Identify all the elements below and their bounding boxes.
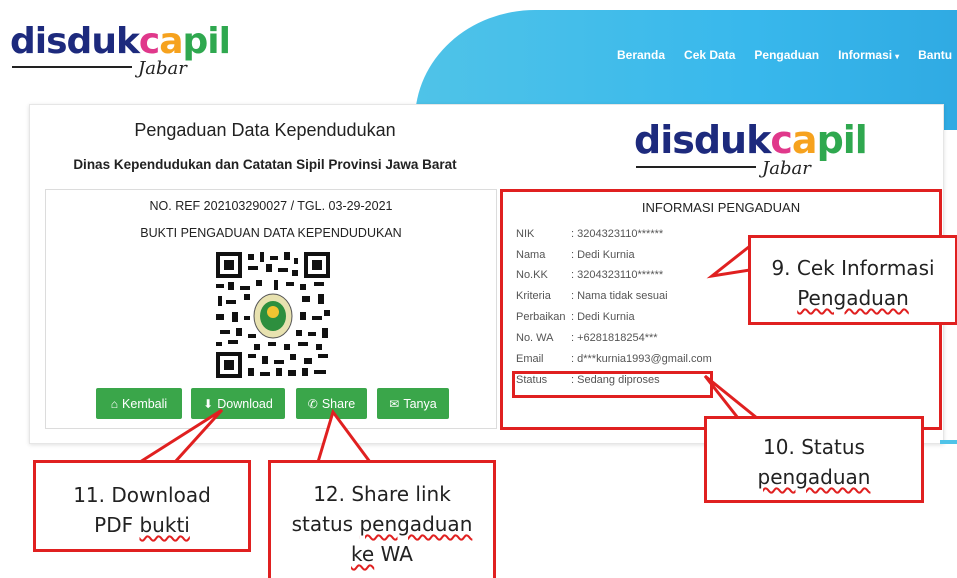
nav-pengaduan[interactable]: Pengaduan xyxy=(754,48,819,62)
nav-beranda[interactable]: Beranda xyxy=(617,48,665,62)
ask-button-label: Tanya xyxy=(403,396,437,411)
card-logo-underline xyxy=(636,166,756,168)
card-logo-subtitle: Jabar xyxy=(762,158,811,179)
nav-informasi[interactable]: Informasi ▾ xyxy=(838,48,899,62)
callout-cek-informasi: 9. Cek Informasi Pengaduan xyxy=(748,235,957,325)
share-button[interactable]: ✆ Share xyxy=(296,388,367,419)
callout-9-line-2: Pengaduan xyxy=(797,286,909,310)
back-button-label: Kembali xyxy=(122,396,168,411)
callout-11-line-2: PDF bukti xyxy=(94,513,190,537)
ask-button[interactable]: ✉ Tanya xyxy=(377,388,449,419)
chevron-down-icon: ▾ xyxy=(895,52,900,61)
logo-wordmark: disdukcapil xyxy=(10,21,231,62)
chat-icon: ✉ xyxy=(389,396,400,411)
callout-10-line-1: 10. Status xyxy=(763,435,865,459)
callout-share: 12. Share link status pengaduan ke WA xyxy=(268,460,496,578)
callout-12-line-1: 12. Share link xyxy=(313,482,451,506)
share-button-label: Share xyxy=(321,396,356,411)
logo-underline xyxy=(12,66,132,68)
reference-number: NO. REF 202103290027 / TGL. 03-29-2021 xyxy=(149,199,393,213)
header-edge-accent xyxy=(940,440,957,444)
status-highlight-box xyxy=(512,371,713,398)
callout-12-line-2: status pengaduan xyxy=(291,512,473,536)
back-button[interactable]: ⌂ Kembali xyxy=(96,388,182,419)
callout-12-line-3: ke WA xyxy=(351,542,413,566)
page-title: Pengaduan Data Kependudukan xyxy=(134,120,396,140)
callout-11-line-1: 11. Download xyxy=(73,483,211,507)
main-nav: Beranda Cek Data Pengaduan Informasi ▾ Ba… xyxy=(617,48,957,62)
download-button-label: Download xyxy=(217,396,273,411)
card-logo-wordmark: disdukcapil xyxy=(634,118,868,162)
whatsapp-icon: ✆ xyxy=(307,396,318,411)
download-button[interactable]: ⬇ Download xyxy=(191,388,285,419)
qr-code xyxy=(214,250,332,380)
card-logo: disdukcapil Jabar xyxy=(634,118,868,180)
nav-informasi-label: Informasi xyxy=(838,48,893,62)
receipt-heading: BUKTI PENGADUAN DATA KEPENDUDUKAN xyxy=(140,226,402,240)
download-icon: ⬇ xyxy=(203,396,214,411)
callout-10-line-2: pengaduan xyxy=(757,465,871,489)
callout-download: 11. Download PDF bukti xyxy=(33,460,251,552)
nav-cek-data[interactable]: Cek Data xyxy=(684,48,735,62)
callout-status: 10. Status pengaduan xyxy=(704,416,924,503)
site-logo[interactable]: disdukcapil Jabar xyxy=(10,21,231,82)
home-icon: ⌂ xyxy=(110,396,119,411)
callout-9-line-1: 9. Cek Informasi xyxy=(771,256,935,280)
logo-subtitle: Jabar xyxy=(138,58,187,79)
nav-bantuan[interactable]: Bantu xyxy=(918,48,952,62)
page-subtitle: Dinas Kependudukan dan Catatan Sipil Pro… xyxy=(73,157,457,172)
